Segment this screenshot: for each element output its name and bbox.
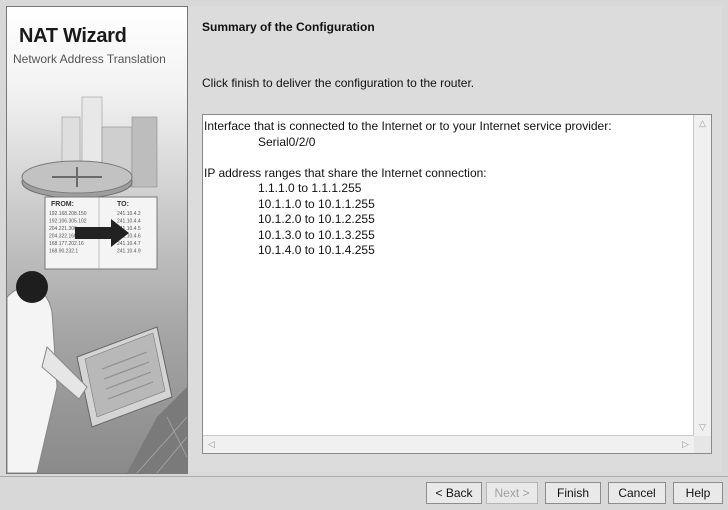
range-item: 1.1.1.0 to 1.1.1.255 — [258, 181, 362, 195]
nat-table-from-cell: 192.106.305.102 — [49, 219, 87, 225]
nat-table-from-cell: 192.168.208.150 — [49, 211, 87, 217]
nat-table-from-header: FROM: — [51, 201, 74, 208]
range-item: 10.1.2.0 to 10.1.2.255 — [258, 212, 375, 226]
instruction-text: Click finish to deliver the configuratio… — [202, 76, 475, 90]
nat-table-to-cell: 241.10.4.4 — [117, 219, 141, 225]
building-shape — [81, 96, 103, 168]
wizard-subtitle: Network Address Translation — [13, 52, 166, 66]
nat-table-from-cell: 204.322.160 — [49, 234, 77, 240]
finish-button[interactable]: Finish — [545, 482, 601, 504]
ranges-heading: IP address ranges that share the Interne… — [204, 165, 487, 180]
chevron-left-icon[interactable]: ◁ — [204, 437, 219, 452]
wizard-banner: NAT Wizard Network Address Translation F… — [6, 6, 188, 474]
nat-table-to-cell: 241.10.4.9 — [117, 249, 141, 255]
chevron-up-icon[interactable]: △ — [695, 116, 710, 131]
summary-text: Interface that is connected to the Inter… — [204, 119, 693, 435]
wizard-content: Summary of the Configuration Click finis… — [188, 6, 722, 472]
cancel-button[interactable]: Cancel — [608, 482, 666, 504]
nat-table-from-cell: 204.221.306 — [49, 226, 77, 232]
next-button[interactable]: Next > — [486, 482, 538, 504]
back-button[interactable]: < Back — [426, 482, 482, 504]
interface-value: Serial0/2/0 — [258, 134, 316, 149]
nat-table-from-cell: 168.90.232.1 — [49, 249, 78, 255]
chevron-right-icon[interactable]: ▷ — [678, 437, 693, 452]
wizard-title: NAT Wizard — [19, 25, 127, 47]
person-head-shape — [16, 271, 48, 303]
button-bar-divider — [0, 476, 728, 477]
range-item: 10.1.1.0 to 10.1.1.255 — [258, 196, 375, 211]
vertical-scrollbar[interactable]: △ ▽ — [693, 115, 711, 436]
person-shape — [7, 285, 58, 473]
interface-heading: Interface that is connected to the Inter… — [204, 119, 612, 133]
configuration-summary-box[interactable]: Interface that is connected to the Inter… — [202, 114, 712, 454]
nat-table-to-cell: 241.10.4.2 — [117, 211, 141, 217]
nat-table-from-cell: 168.177.202.16 — [49, 241, 84, 247]
scrollbar-corner — [694, 436, 711, 453]
range-item: 10.1.3.0 to 10.1.3.255 — [258, 227, 375, 242]
banner-illustration: FROM: TO: 192.168.208.150 192.106.305.102… — [7, 96, 187, 473]
range-item: 10.1.4.0 to 10.1.4.255 — [258, 243, 375, 257]
help-button[interactable]: Help — [673, 482, 723, 504]
chevron-down-icon[interactable]: ▽ — [695, 420, 710, 435]
nat-table-to-cell: 241.10.4.7 — [117, 241, 141, 247]
horizontal-scrollbar[interactable]: ◁ ▷ — [203, 435, 694, 453]
page-title: Summary of the Configuration — [202, 20, 375, 34]
building-shape — [131, 116, 158, 188]
nat-table-to-header: TO: — [117, 201, 129, 208]
